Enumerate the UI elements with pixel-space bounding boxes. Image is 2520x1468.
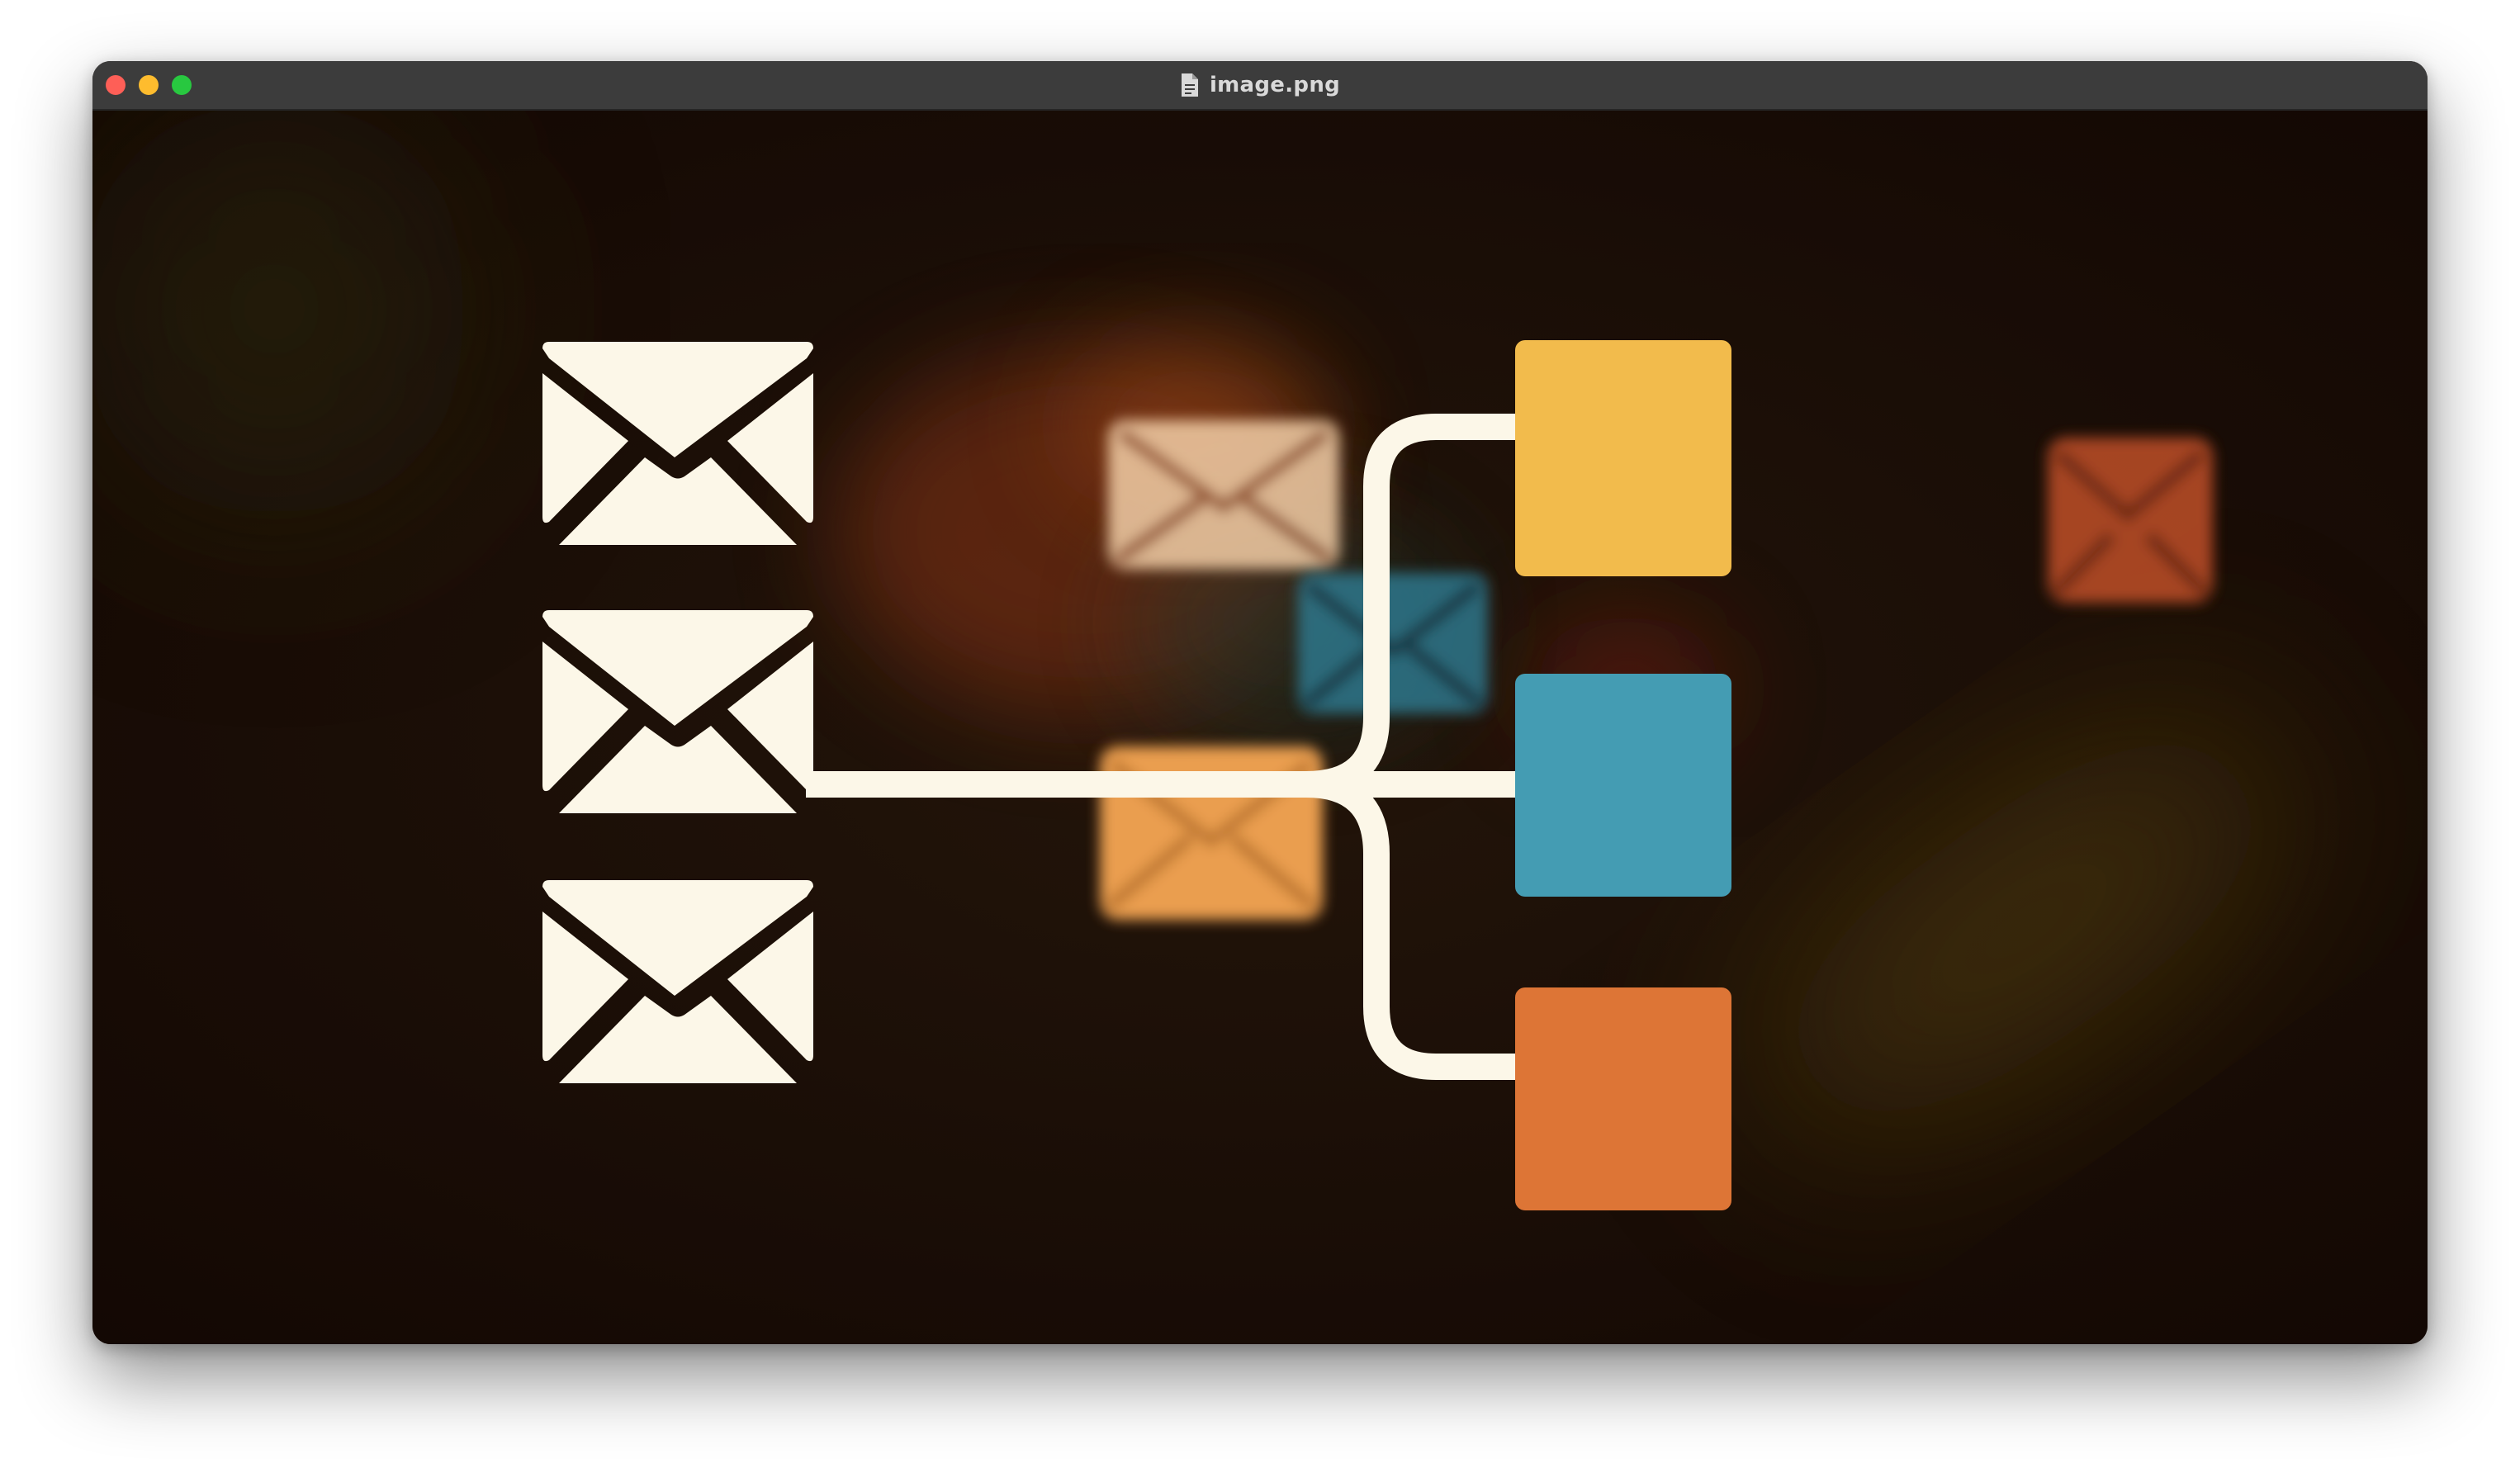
destination-folders	[1515, 340, 1731, 1210]
envelope-icon	[1108, 420, 1339, 569]
yellow-destination-box	[1515, 340, 1731, 576]
envelope-stack	[542, 342, 813, 1083]
title-bar: image.png	[92, 61, 2428, 111]
window-title-area: image.png	[92, 61, 2428, 109]
image-viewer-window: image.png	[92, 61, 2428, 1344]
document-icon	[1181, 73, 1198, 97]
envelope-icon	[1298, 573, 1488, 713]
envelope-icon	[2048, 438, 2213, 603]
email-routing-illustration	[92, 111, 2428, 1344]
window-title: image.png	[1209, 73, 1341, 97]
blue-destination-box	[1515, 674, 1731, 897]
orange-destination-box	[1515, 987, 1731, 1210]
image-canvas	[92, 111, 2428, 1344]
